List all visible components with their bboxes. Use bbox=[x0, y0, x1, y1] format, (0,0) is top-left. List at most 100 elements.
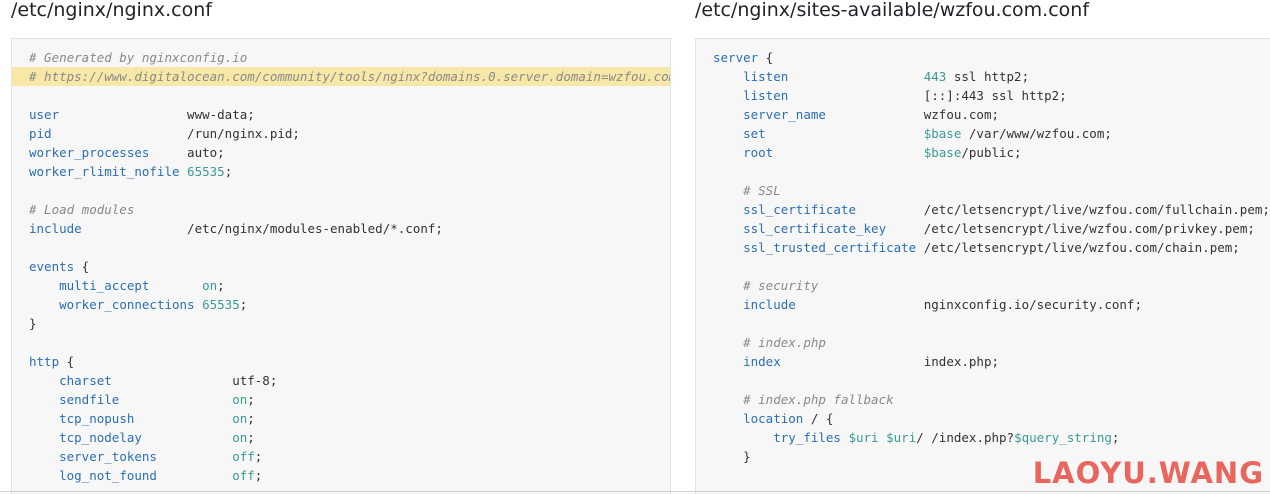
code-line: worker_rlimit_nofile 65535; bbox=[29, 162, 670, 181]
code-token: { bbox=[74, 259, 90, 274]
code-token: ; bbox=[247, 430, 255, 445]
code-token: www-data; bbox=[59, 107, 255, 122]
code-line: include nginxconfig.io/security.conf; bbox=[713, 295, 1270, 314]
code-token: on bbox=[232, 430, 248, 445]
code-line: multi_accept on; bbox=[29, 276, 670, 295]
code-token: /run/nginx.pid; bbox=[51, 126, 300, 141]
site-conf-code: server { listen 443 ssl http2; listen [:… bbox=[713, 48, 1270, 466]
code-token: ssl_certificate_key bbox=[743, 221, 887, 236]
code-token: /etc/letsencrypt/live/wzfou.com/fullchai… bbox=[856, 202, 1270, 217]
code-token: auto; bbox=[149, 145, 225, 160]
code-line: sendfile on; bbox=[29, 390, 670, 409]
code-line: ssl_trusted_certificate /etc/letsencrypt… bbox=[713, 238, 1270, 257]
code-token: # SSL bbox=[743, 183, 781, 198]
nginx-conf-code: # Generated by nginxconfig.io # https://w… bbox=[12, 48, 671, 485]
code-token: wzfou.com; bbox=[825, 107, 999, 122]
code-line: listen 443 ssl http2; bbox=[713, 67, 1270, 86]
code-token: / { bbox=[803, 411, 834, 426]
code-token: [::]:443 ssl http2; bbox=[788, 88, 1067, 103]
code-line: # Load modules bbox=[29, 200, 670, 219]
code-token: index bbox=[743, 354, 781, 369]
code-token: on bbox=[232, 392, 248, 407]
code-token: http bbox=[29, 354, 60, 369]
code-token: 443 bbox=[923, 69, 947, 84]
code-token: /etc/letsencrypt/live/wzfou.com/chain.pe… bbox=[916, 240, 1240, 255]
code-token: ; bbox=[1111, 430, 1120, 445]
code-token: / /index.php? bbox=[916, 430, 1015, 445]
code-token: ssl_certificate bbox=[743, 202, 856, 217]
code-line: tcp_nopush on; bbox=[29, 409, 670, 428]
code-token: $uri bbox=[848, 430, 879, 445]
code-token: nginxconfig.io/security.conf; bbox=[795, 297, 1142, 312]
code-token: # Load modules bbox=[29, 202, 135, 217]
code-line: # Generated by nginxconfig.io bbox=[29, 48, 670, 67]
code-token: listen bbox=[743, 88, 789, 103]
code-line: ssl_certificate /etc/letsencrypt/live/wz… bbox=[713, 200, 1270, 219]
code-token: ; bbox=[254, 449, 263, 464]
code-token: on bbox=[202, 278, 218, 293]
code-token: ; bbox=[217, 278, 225, 293]
code-line: ssl_certificate_key /etc/letsencrypt/liv… bbox=[713, 219, 1270, 238]
code-token: # https://www.digitalocean.com/community… bbox=[29, 69, 671, 84]
code-token: { bbox=[758, 50, 774, 65]
site-conf-code-block: server { listen 443 ssl http2; listen [:… bbox=[695, 38, 1270, 494]
code-token: ssl_trusted_certificate bbox=[743, 240, 917, 255]
bottom-divider bbox=[0, 491, 1270, 492]
code-token: worker_connections bbox=[59, 297, 195, 312]
code-line: # security bbox=[713, 276, 1270, 295]
code-line: worker_connections 65535; bbox=[29, 295, 670, 314]
code-line: events { bbox=[29, 257, 670, 276]
code-token: 65535 bbox=[202, 297, 240, 312]
code-line: root $base/public; bbox=[713, 143, 1270, 162]
code-token: 65535 bbox=[187, 164, 225, 179]
code-line: listen [::]:443 ssl http2; bbox=[713, 86, 1270, 105]
right-file-title: /etc/nginx/sites-available/wzfou.com.con… bbox=[695, 0, 1090, 21]
code-token: multi_accept bbox=[59, 278, 150, 293]
code-token: include bbox=[29, 221, 82, 236]
code-line: server_name wzfou.com; bbox=[713, 105, 1270, 124]
code-token: root bbox=[743, 145, 774, 160]
code-token: server bbox=[713, 50, 759, 65]
code-token: ; bbox=[239, 297, 248, 312]
code-token: $query_string bbox=[1014, 430, 1112, 445]
code-token: log_not_found bbox=[59, 468, 157, 483]
code-token: worker_rlimit_nofile bbox=[29, 164, 180, 179]
code-token: /var/www/wzfou.com; bbox=[961, 126, 1112, 141]
code-token: server_name bbox=[743, 107, 826, 122]
code-line: charset utf-8; bbox=[29, 371, 670, 390]
code-token: # index.php fallback bbox=[743, 392, 894, 407]
code-token: tcp_nodelay bbox=[59, 430, 142, 445]
code-token: /public; bbox=[961, 145, 1022, 160]
code-line: # SSL bbox=[713, 181, 1270, 200]
code-token: pid bbox=[29, 126, 52, 141]
